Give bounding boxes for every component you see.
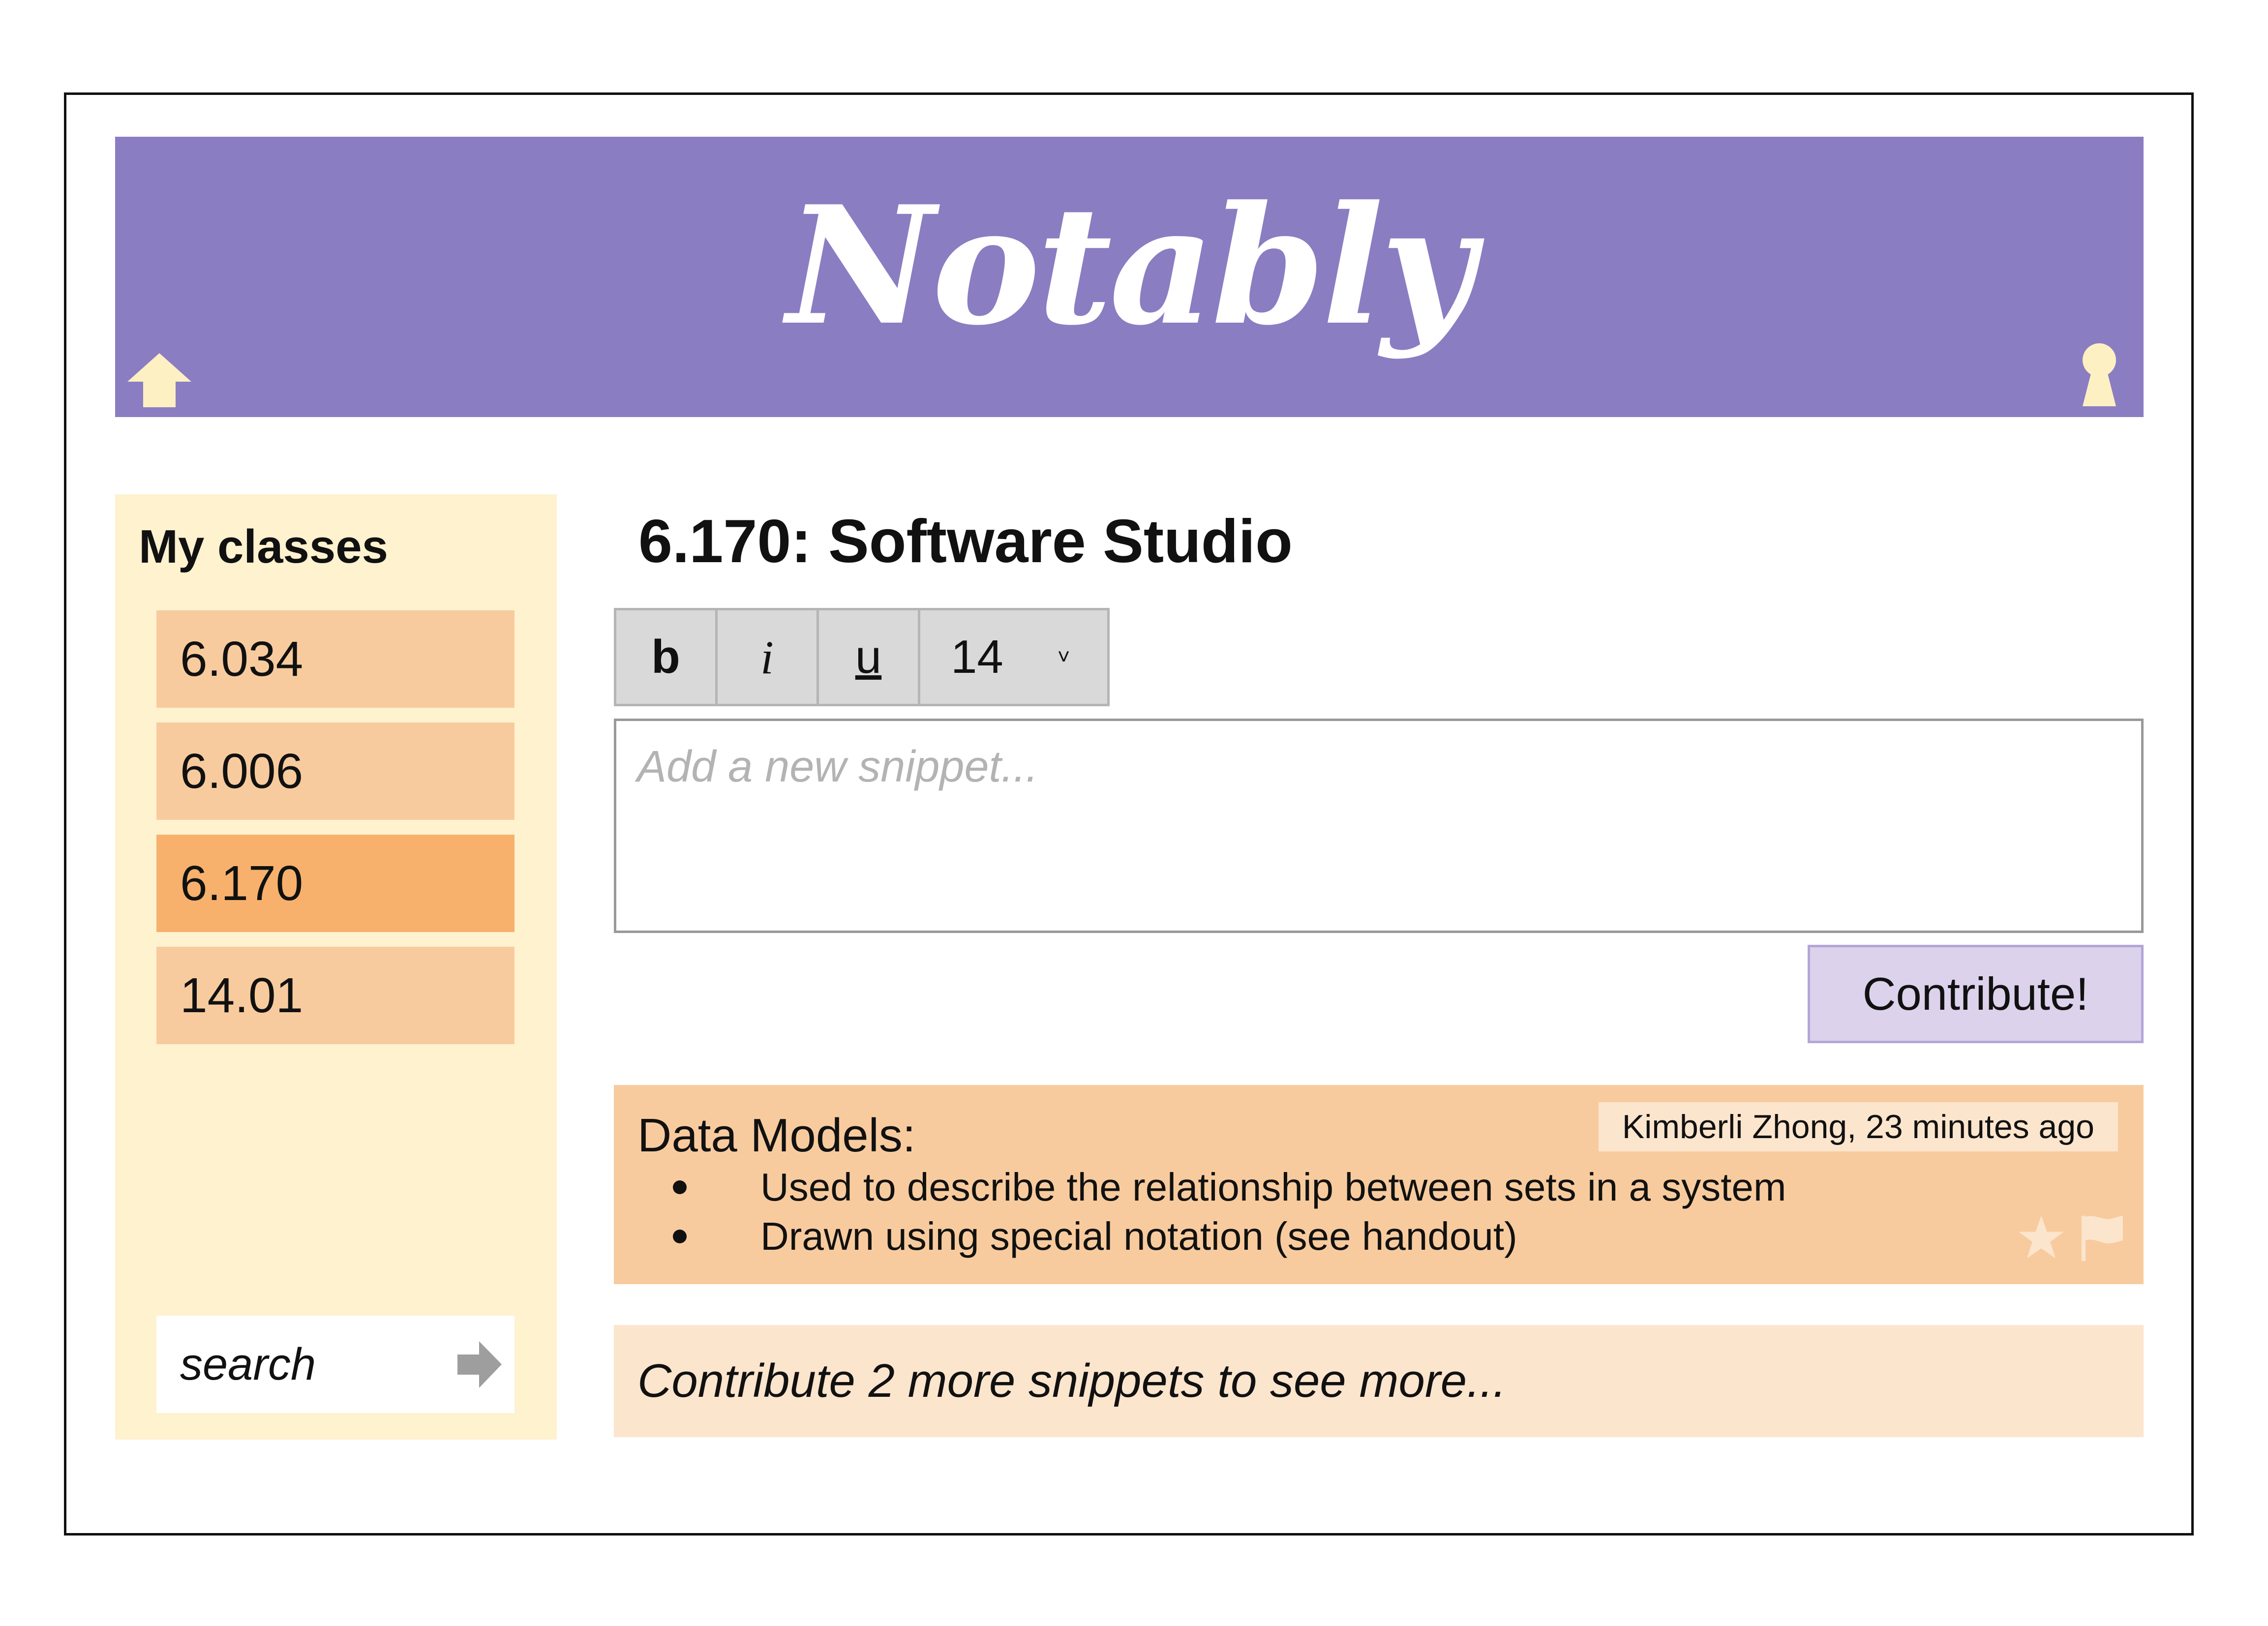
- list-item: Drawn using special notation (see handou…: [673, 1212, 1786, 1261]
- snippet-bullets: Used to describe the relationship betwee…: [673, 1163, 1786, 1261]
- page-title: 6.170: Software Studio: [638, 508, 1293, 575]
- bold-button[interactable]: b: [616, 610, 718, 704]
- italic-button[interactable]: i: [718, 610, 819, 704]
- snippet-input[interactable]: [614, 719, 2144, 933]
- sidebar-title: My classes: [139, 520, 389, 573]
- font-size-value: 14: [951, 631, 1003, 683]
- flag-icon[interactable]: [2081, 1214, 2123, 1261]
- sidebar-item-6-170[interactable]: 6.170: [156, 835, 514, 932]
- app-header: Notably: [115, 137, 2144, 417]
- sidebar-item-6-034[interactable]: 6.034: [156, 610, 514, 708]
- app-logo[interactable]: Notably: [115, 157, 2144, 374]
- search-box: [156, 1316, 514, 1413]
- list-item: Used to describe the relationship betwee…: [673, 1163, 1786, 1212]
- keyhole-icon[interactable]: [2080, 342, 2119, 406]
- search-input[interactable]: [180, 1316, 436, 1413]
- chevron-down-icon: ˅: [1057, 645, 1070, 669]
- arrow-right-icon[interactable]: [457, 1341, 502, 1388]
- snippet-title: Data Models:: [637, 1109, 916, 1162]
- snippet-card: Data Models: Kimberli Zhong, 23 minutes …: [614, 1085, 2144, 1284]
- home-icon[interactable]: [127, 353, 191, 407]
- class-sidebar: My classes 6.034 6.006 6.170 14.01: [115, 494, 557, 1440]
- snippet-author-meta: Kimberli Zhong, 23 minutes ago: [1598, 1102, 2118, 1151]
- star-icon[interactable]: [2018, 1214, 2065, 1261]
- font-size-select[interactable]: 14 ˅: [920, 610, 1107, 704]
- locked-snippets-message: Contribute 2 more snippets to see more..…: [614, 1325, 2144, 1437]
- sidebar-item-14-01[interactable]: 14.01: [156, 947, 514, 1044]
- contribute-button[interactable]: Contribute!: [1808, 945, 2144, 1043]
- formatting-toolbar: b i u 14 ˅: [614, 608, 1110, 706]
- underline-button[interactable]: u: [819, 610, 920, 704]
- sidebar-item-6-006[interactable]: 6.006: [156, 723, 514, 820]
